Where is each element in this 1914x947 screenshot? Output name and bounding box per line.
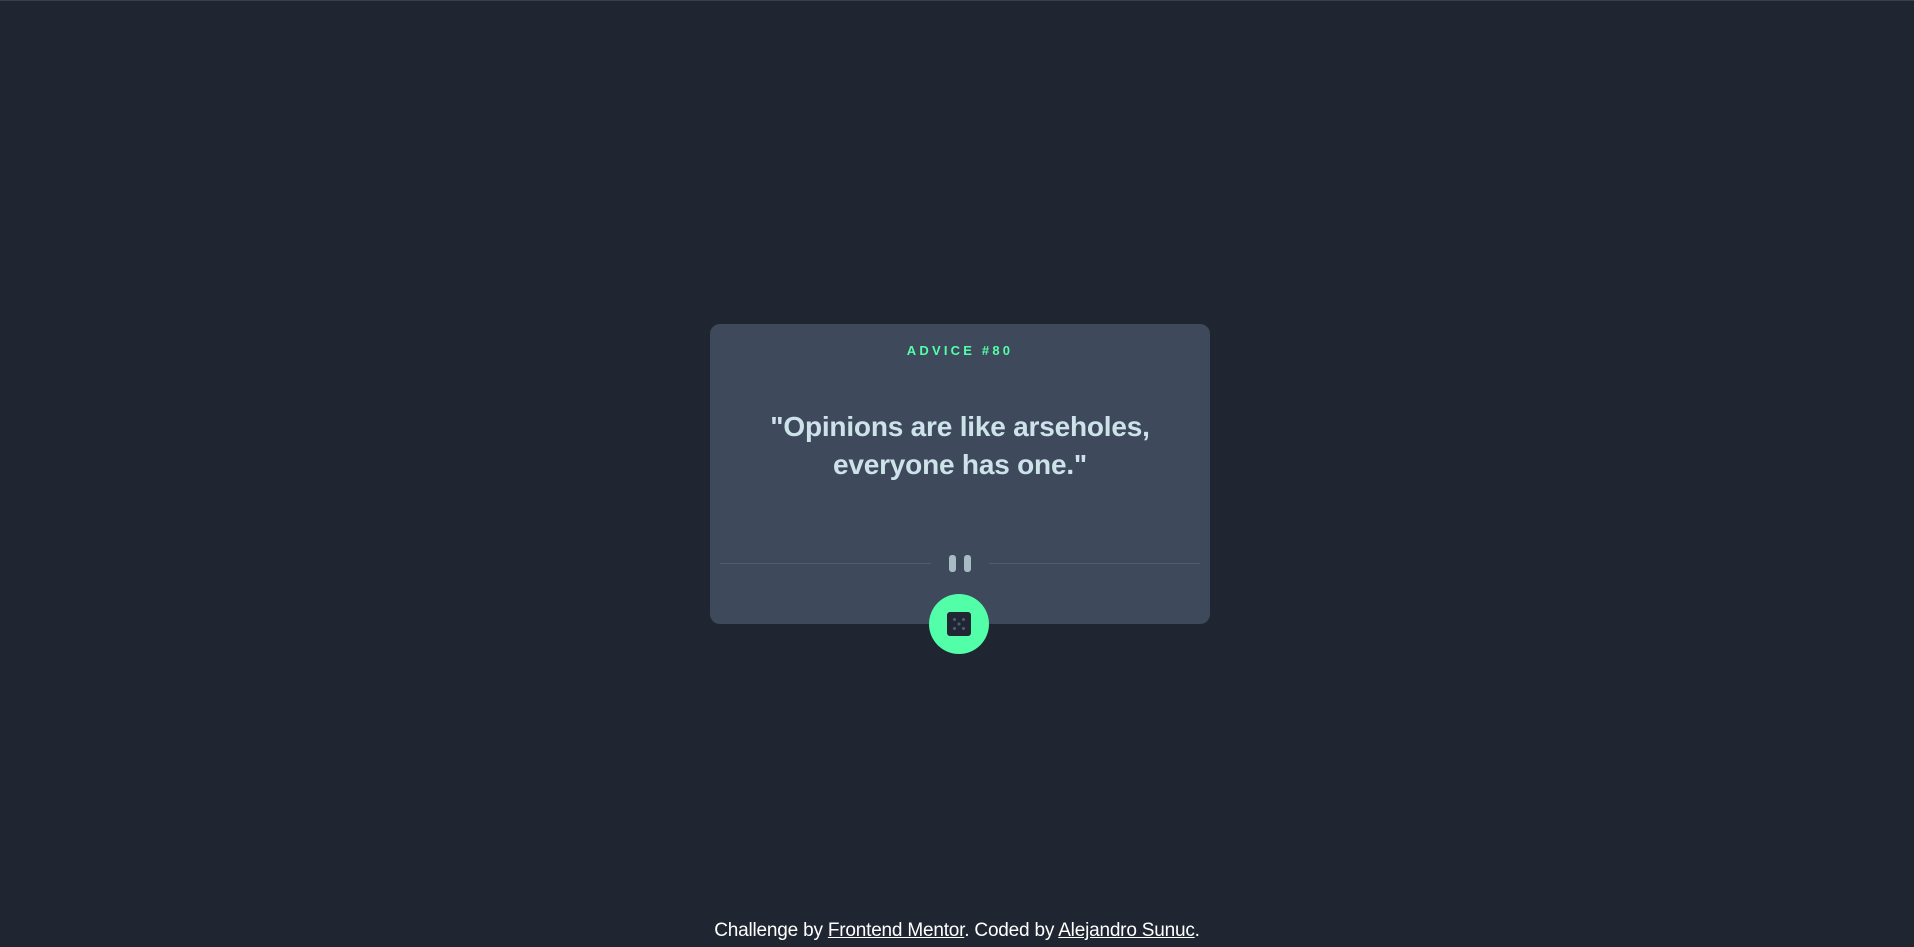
generate-advice-button[interactable] xyxy=(929,594,989,654)
divider-line-left xyxy=(720,563,931,564)
author-link[interactable]: Alejandro Sunuc xyxy=(1058,920,1195,941)
frontend-mentor-link[interactable]: Frontend Mentor xyxy=(828,920,965,941)
footer-coded-prefix: . Coded by xyxy=(964,920,1059,941)
top-border xyxy=(0,0,1914,1)
divider-line-right xyxy=(989,563,1200,564)
pause-icon xyxy=(949,555,971,572)
dice-icon xyxy=(947,612,971,636)
pattern-divider xyxy=(720,553,1200,573)
footer-suffix: . xyxy=(1194,920,1200,941)
advice-quote: "Opinions are like arseholes, everyone h… xyxy=(770,411,1150,480)
advice-card: ADVICE #80 "Opinions are like arseholes,… xyxy=(710,324,1210,624)
advice-id: ADVICE #80 xyxy=(906,343,1014,358)
attribution-footer: Challenge by Frontend Mentor. Coded by A… xyxy=(0,920,1914,942)
footer-challenge-prefix: Challenge by xyxy=(714,920,828,941)
